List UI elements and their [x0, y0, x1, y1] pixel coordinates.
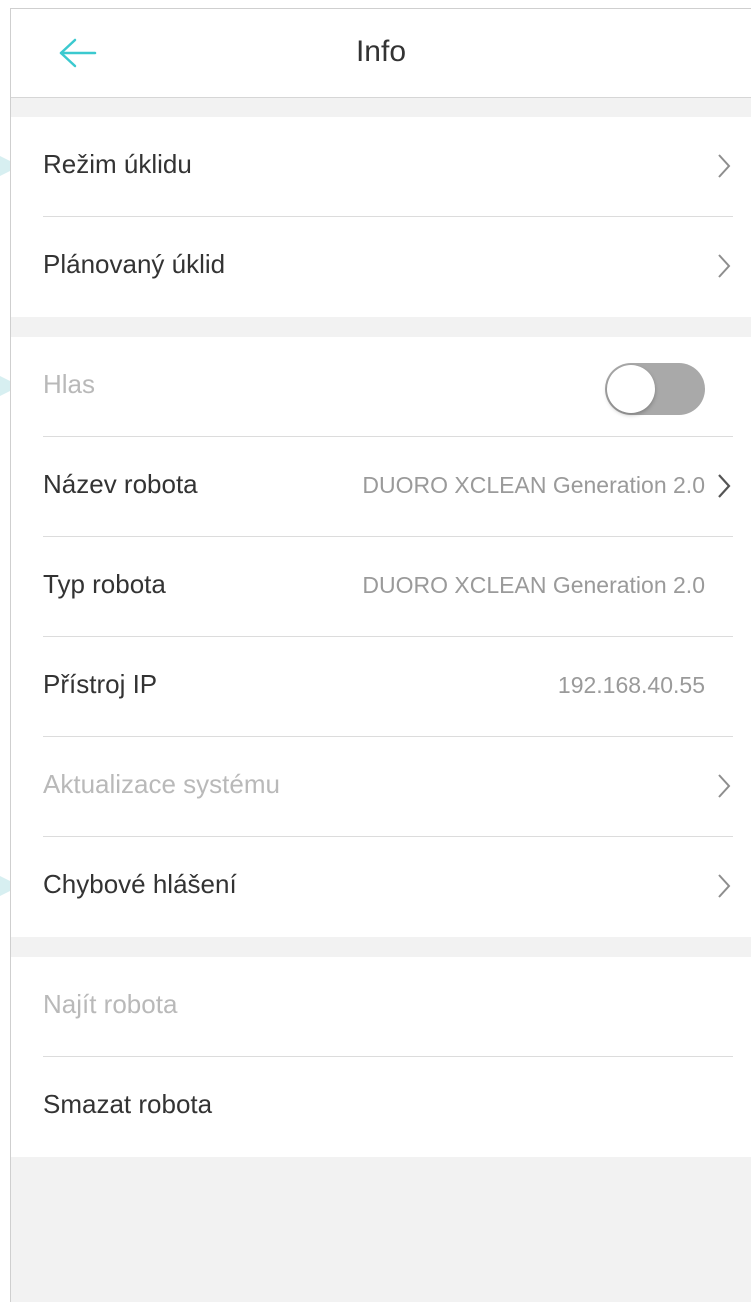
row-label: Plánovaný úklid — [43, 249, 226, 279]
row-cleaning-mode[interactable]: Režim úklidu — [43, 117, 733, 217]
row-label: Smazat robota — [43, 1089, 213, 1119]
row-label: Hlas — [43, 369, 96, 399]
device-ip-value: 192.168.40.55 — [557, 672, 705, 698]
chevron-right-icon — [718, 254, 731, 278]
row-device-ip: Přístroj IP 192.168.40.55 — [43, 637, 733, 737]
page-title: Info — [355, 35, 407, 68]
app-screen: Info Režim úklidu Plánovaný úklid Hlas N… — [10, 8, 751, 1302]
row-label: Aktualizace systému — [43, 769, 280, 799]
row-voice: Hlas — [43, 337, 733, 437]
row-label: Režim úklidu — [43, 149, 192, 179]
row-robot-type: Typ robota DUORO XCLEAN Generation 2.0 — [43, 537, 733, 637]
settings-group-cleaning: Režim úklidu Plánovaný úklid — [11, 117, 751, 317]
row-robot-name[interactable]: Název robota DUORO XCLEAN Generation 2.0 — [43, 437, 733, 537]
chevron-right-icon — [718, 474, 731, 498]
row-find-robot[interactable]: Najít robota — [43, 957, 733, 1057]
settings-group-actions: Najít robota Smazat robota — [11, 957, 751, 1157]
row-label: Chybové hlášení — [43, 869, 237, 899]
row-label: Název robota — [43, 469, 198, 499]
top-nav-bar: Info — [11, 9, 751, 98]
row-scheduled-cleaning[interactable]: Plánovaný úklid — [43, 217, 733, 317]
row-delete-robot[interactable]: Smazat robota — [43, 1057, 733, 1157]
chevron-right-icon — [718, 774, 731, 798]
chevron-right-icon — [718, 874, 731, 898]
robot-type-value: DUORO XCLEAN Generation 2.0 — [362, 572, 705, 598]
robot-name-value: DUORO XCLEAN Generation 2.0 — [362, 472, 705, 498]
row-error-report[interactable]: Chybové hlášení — [43, 837, 733, 937]
chevron-right-icon — [718, 154, 731, 178]
voice-toggle[interactable] — [605, 363, 705, 415]
row-label: Typ robota — [43, 569, 166, 599]
row-system-update[interactable]: Aktualizace systému — [43, 737, 733, 837]
toggle-knob — [607, 365, 655, 413]
row-label: Přístroj IP — [43, 669, 158, 699]
row-label: Najít robota — [43, 989, 178, 1019]
settings-group-robot: Hlas Název robota DUORO XCLEAN Generatio… — [11, 337, 751, 937]
